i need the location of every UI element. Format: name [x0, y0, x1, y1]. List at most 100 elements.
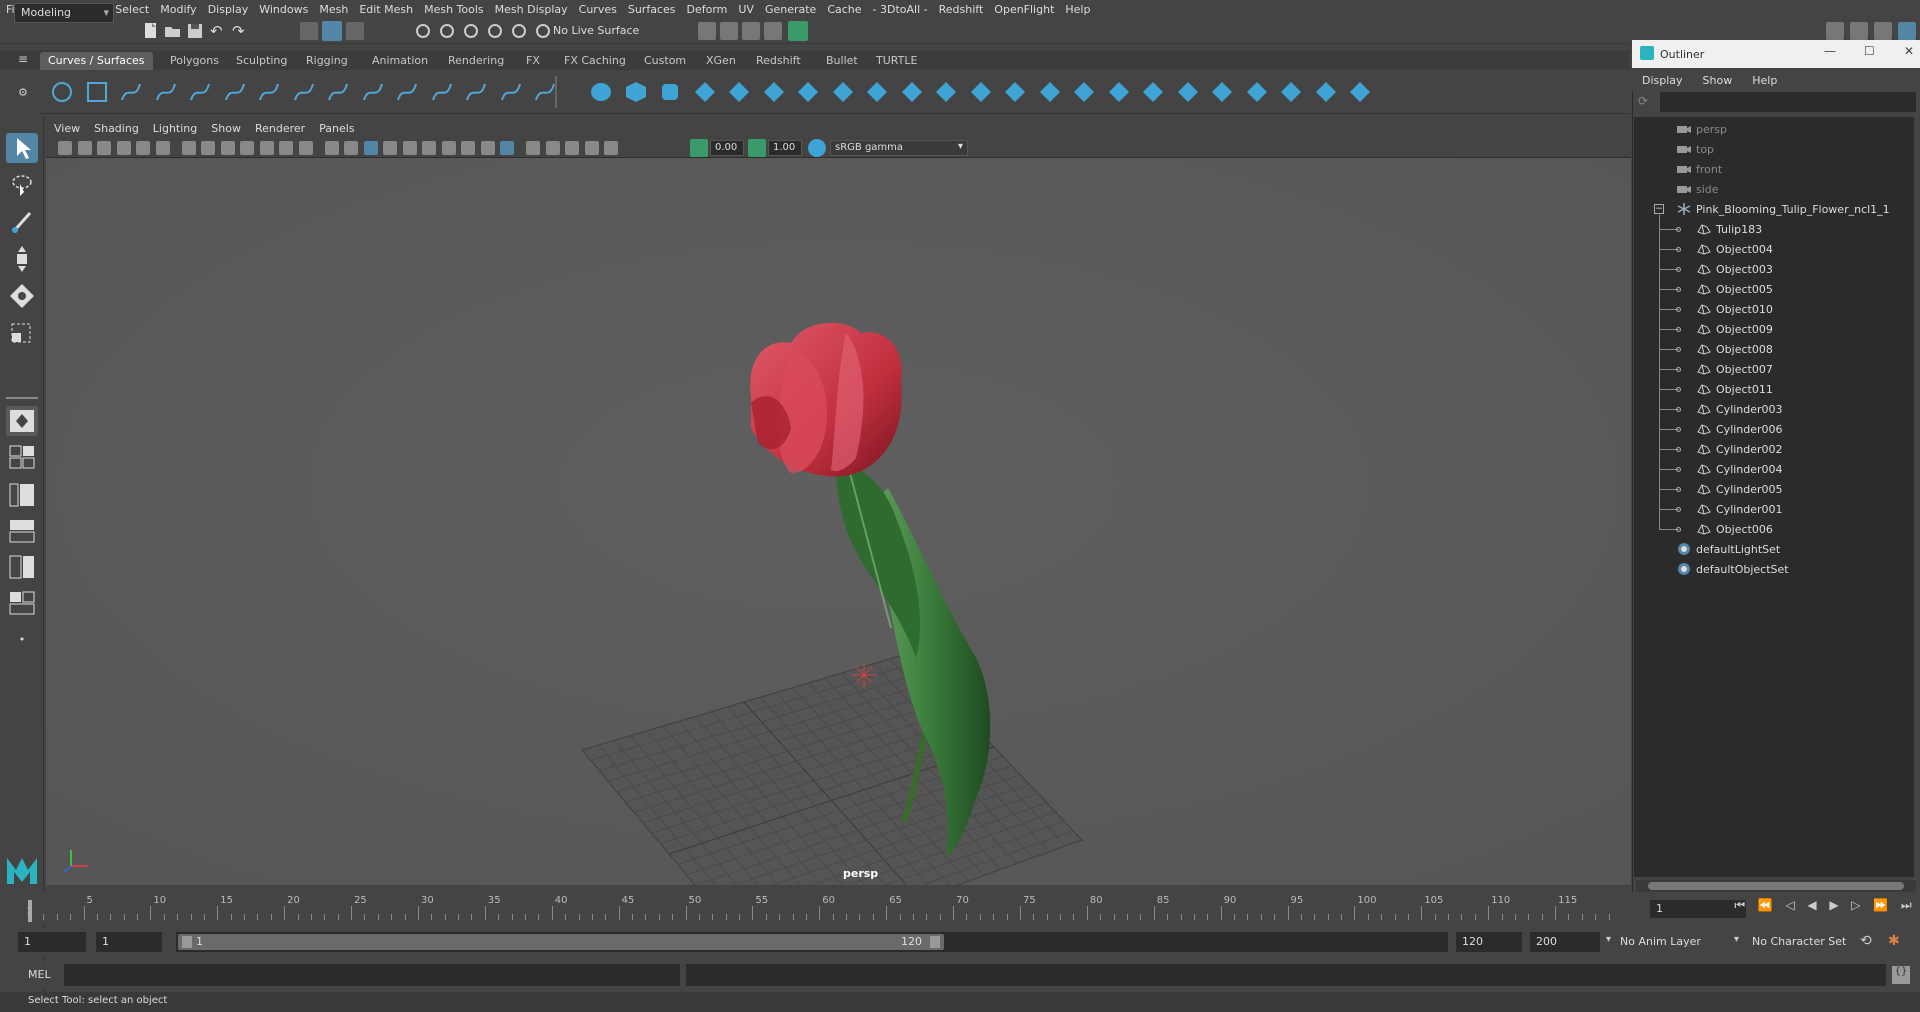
- detach-curve-icon[interactable]: [326, 80, 350, 104]
- motion-blur-icon[interactable]: [480, 141, 495, 155]
- play-forward-icon[interactable]: ▶: [1829, 898, 1838, 918]
- nurbs-square-icon[interactable]: [85, 80, 109, 104]
- attach-curve-icon[interactable]: [292, 80, 316, 104]
- trim-icon[interactable]: [1072, 80, 1096, 104]
- outliner-item-child[interactable]: Object010: [1696, 299, 1773, 319]
- menu-help[interactable]: Help: [1065, 3, 1090, 16]
- outliner-menu-display[interactable]: Display: [1642, 74, 1683, 87]
- render-frame-icon[interactable]: [742, 22, 760, 40]
- outliner-item-child[interactable]: Tulip183: [1696, 219, 1762, 239]
- persp-outliner-view-icon[interactable]: [6, 480, 38, 510]
- resolution-gate-icon[interactable]: [220, 141, 235, 155]
- tool-settings-icon[interactable]: [1874, 22, 1892, 40]
- close-icon[interactable]: ✕: [1904, 44, 1914, 58]
- shelf-tab-redshift[interactable]: Redshift: [748, 52, 809, 70]
- outliner-item-side[interactable]: side: [1676, 179, 1719, 199]
- safe-action-icon[interactable]: [279, 141, 293, 155]
- nurbs-torus-icon[interactable]: [762, 80, 786, 104]
- playback-end-field[interactable]: 120: [1456, 932, 1522, 952]
- anti-aliasing-icon[interactable]: [500, 141, 514, 155]
- two-d-pan-zoom-icon[interactable]: [136, 141, 150, 155]
- nurbs-cube-icon[interactable]: [624, 80, 648, 104]
- gamma-toggle-icon[interactable]: [748, 139, 766, 157]
- outliner-item-child[interactable]: Object007: [1696, 359, 1773, 379]
- collapse-toggle-icon[interactable]: −: [1654, 204, 1664, 214]
- minimize-icon[interactable]: —: [1824, 44, 1836, 58]
- character-set-dropdown[interactable]: No Character Set: [1752, 932, 1872, 952]
- view-menu-renderer[interactable]: Renderer: [255, 122, 305, 135]
- exposure-toggle-icon[interactable]: [690, 139, 708, 157]
- xray-joints-icon[interactable]: [604, 141, 618, 155]
- depth-of-field-icon[interactable]: [526, 141, 540, 155]
- xray-active-icon[interactable]: [584, 141, 599, 155]
- nurbs-plane-icon[interactable]: [727, 80, 751, 104]
- menu-mesh-tools[interactable]: Mesh Tools: [424, 3, 484, 16]
- shelf-settings-icon[interactable]: ⚙: [18, 86, 38, 106]
- four-view-icon[interactable]: [6, 442, 38, 472]
- scale-tool-icon[interactable]: [6, 318, 38, 348]
- shelf-tab-polygons[interactable]: Polygons: [162, 52, 227, 70]
- select-object-icon[interactable]: [322, 21, 342, 41]
- play-backward-icon[interactable]: ◀: [1807, 898, 1816, 918]
- rotate-tool-icon[interactable]: [6, 281, 38, 311]
- shelf-tab-animation[interactable]: Animation: [364, 52, 436, 70]
- outliner-item-child[interactable]: Cylinder005: [1696, 479, 1783, 499]
- viewport-persp[interactable]: persp: [46, 158, 1631, 885]
- outliner-filter-icon[interactable]: ⟳: [1638, 94, 1654, 110]
- outliner-item-child[interactable]: Cylinder003: [1696, 399, 1783, 419]
- single-perspective-view-icon[interactable]: [6, 406, 38, 436]
- undo-icon[interactable]: ↶: [210, 22, 228, 40]
- persp-uv-view-icon[interactable]: [6, 588, 38, 618]
- command-input[interactable]: [64, 964, 680, 986]
- step-forward-frame-icon[interactable]: ▷: [1851, 898, 1860, 918]
- outliner-item-child[interactable]: Object008: [1696, 339, 1773, 359]
- outliner-item-child[interactable]: Cylinder002: [1696, 439, 1783, 459]
- shelf-tab-curves-surfaces[interactable]: Curves / Surfaces: [40, 52, 153, 70]
- rebuild-surface-icon[interactable]: [1245, 80, 1269, 104]
- boolean-difference-icon[interactable]: [1176, 80, 1200, 104]
- wireframe-on-shaded-icon[interactable]: [383, 141, 397, 155]
- menu-set-dropdown[interactable]: Modeling ▾: [14, 3, 114, 23]
- snap-curve-icon[interactable]: [438, 22, 456, 40]
- go-to-end-icon[interactable]: ⏭: [1901, 898, 1912, 918]
- outliner-item-child[interactable]: Cylinder004: [1696, 459, 1783, 479]
- view-menu-shading[interactable]: Shading: [94, 122, 139, 135]
- outliner-item-child[interactable]: Object006: [1696, 519, 1773, 539]
- outliner-search-input[interactable]: [1660, 92, 1916, 112]
- outliner-menu-help[interactable]: Help: [1752, 74, 1777, 87]
- bookmarks-icon[interactable]: [97, 141, 111, 155]
- menu-display[interactable]: Display: [208, 3, 249, 16]
- rebuild-curve-icon[interactable]: [361, 80, 385, 104]
- maximize-icon[interactable]: ☐: [1864, 44, 1875, 58]
- step-back-key-icon[interactable]: ⏪: [1758, 898, 1773, 918]
- planar-icon[interactable]: [865, 80, 889, 104]
- outliner-item-child[interactable]: Object011: [1696, 379, 1773, 399]
- menu-uv[interactable]: UV: [738, 3, 754, 16]
- outliner-item-top[interactable]: top: [1676, 139, 1714, 159]
- bezier-curve-icon[interactable]: [188, 80, 212, 104]
- camera-attributes-icon[interactable]: [77, 141, 92, 155]
- menu-curves[interactable]: Curves: [579, 3, 617, 16]
- reverse-curve-icon[interactable]: [533, 80, 557, 104]
- shelf-tab-fx-caching[interactable]: FX Caching: [556, 52, 634, 70]
- shelf-tab-xgen[interactable]: XGen: [698, 52, 744, 70]
- menu-3dtoall[interactable]: - 3DtoAll -: [873, 3, 928, 16]
- modeling-toolkit-icon[interactable]: [1826, 22, 1844, 40]
- shelf-tab-fx[interactable]: FX: [518, 52, 548, 70]
- xray-icon[interactable]: [565, 141, 579, 155]
- outliner-item-child[interactable]: Cylinder006: [1696, 419, 1783, 439]
- sculpt-surface-icon[interactable]: [1314, 80, 1338, 104]
- range-slider-handle[interactable]: 1 120: [178, 934, 944, 950]
- outliner-item-front[interactable]: front: [1676, 159, 1722, 179]
- select-tool-icon[interactable]: [6, 133, 38, 163]
- square-surface-icon[interactable]: [1003, 80, 1027, 104]
- nurbs-circle-icon[interactable]: [50, 80, 74, 104]
- boolean-union-icon[interactable]: [1141, 80, 1165, 104]
- birail-icon[interactable]: [934, 80, 958, 104]
- step-back-frame-icon[interactable]: ◁: [1785, 898, 1794, 918]
- view-transform-dropdown[interactable]: sRGB gamma ▾: [830, 140, 968, 156]
- menu-surfaces[interactable]: Surfaces: [628, 3, 676, 16]
- chevron-down-icon[interactable]: ▾: [1734, 934, 1739, 945]
- image-plane-icon[interactable]: [116, 141, 131, 155]
- view-menu-show[interactable]: Show: [211, 122, 241, 135]
